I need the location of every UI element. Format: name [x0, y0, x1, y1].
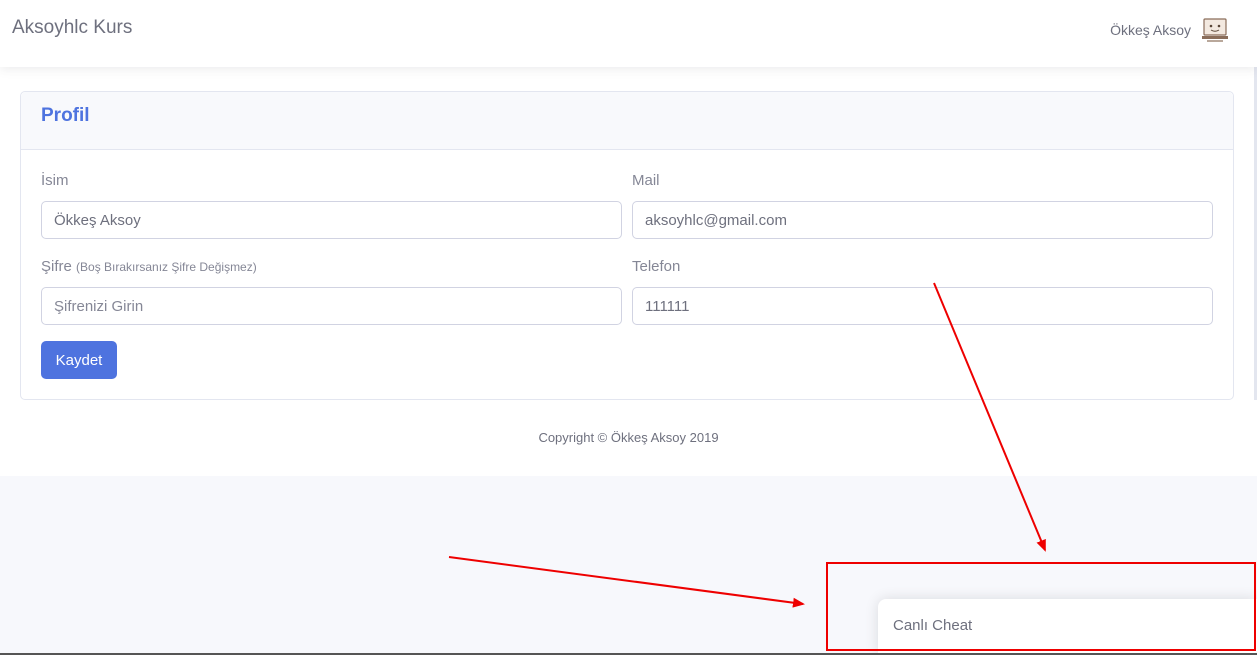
- topbar: Aksoyhlc Kurs Ökkeş Aksoy: [0, 0, 1257, 67]
- save-button[interactable]: Kaydet: [41, 341, 117, 379]
- mail-input[interactable]: [632, 201, 1213, 239]
- brand-title[interactable]: Aksoyhlc Kurs: [12, 17, 132, 39]
- user-name[interactable]: Ökkeş Aksoy: [1110, 22, 1191, 38]
- password-label: Şifre (Boş Bırakırsanız Şifre Değişmez): [41, 258, 257, 275]
- chat-title[interactable]: Canlı Cheat: [893, 617, 972, 634]
- password-hint: (Boş Bırakırsanız Şifre Değişmez): [76, 260, 257, 274]
- copyright-text: Copyright © Ökkeş Aksoy 2019: [538, 430, 719, 445]
- mail-label: Mail: [632, 172, 660, 189]
- footer: Copyright © Ökkeş Aksoy 2019: [0, 400, 1257, 476]
- profile-card: Profil: [20, 91, 1234, 400]
- password-label-text: Şifre: [41, 258, 72, 275]
- name-input[interactable]: [41, 201, 622, 239]
- card-header: Profil: [21, 92, 1233, 150]
- password-input[interactable]: [41, 287, 622, 325]
- name-label: İsim: [41, 172, 69, 189]
- phone-input[interactable]: [632, 287, 1213, 325]
- user-menu[interactable]: Ökkeş Aksoy: [1110, 16, 1229, 44]
- avatar-icon[interactable]: [1201, 16, 1229, 44]
- card-title: Profil: [41, 105, 90, 126]
- annotation-arrow-right: [448, 556, 805, 608]
- live-chat-widget[interactable]: Canlı Cheat: [878, 599, 1257, 655]
- phone-label: Telefon: [632, 258, 681, 275]
